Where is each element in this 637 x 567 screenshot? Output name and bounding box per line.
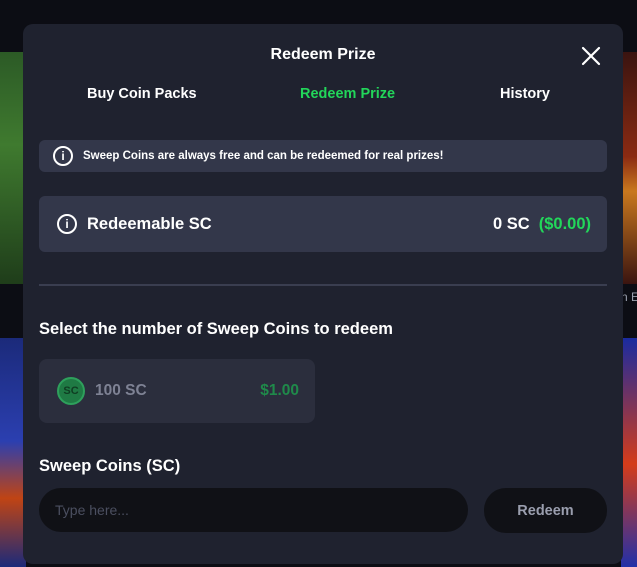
redeemable-sc-amount: 0 SC — [493, 214, 530, 233]
sweep-coins-input[interactable] — [55, 502, 468, 518]
sweep-coins-input-wrapper — [39, 488, 468, 532]
sweep-coin-icon: SC — [57, 377, 85, 405]
redeem-button[interactable]: Redeem — [484, 488, 607, 533]
info-banner: i Sweep Coins are always free and can be… — [39, 140, 607, 172]
redeem-option-card[interactable]: SC 100 SC $1.00 — [39, 359, 315, 423]
info-banner-text: Sweep Coins are always free and can be r… — [83, 150, 444, 162]
modal-title: Redeem Prize — [270, 46, 376, 63]
redeem-prize-modal: Redeem Prize Buy Coin Packs Redeem Prize… — [23, 24, 623, 564]
option-usd-amount: $1.00 — [260, 382, 299, 399]
game-tile-thumbnail[interactable] — [621, 52, 637, 284]
select-amount-heading: Select the number of Sweep Coins to rede… — [39, 320, 393, 338]
option-sc-amount: 100 SC — [95, 382, 147, 399]
redeemable-sc-panel: i Redeemable SC 0 SC ($0.00) — [39, 196, 607, 252]
info-icon[interactable]: i — [57, 214, 77, 234]
info-icon: i — [53, 146, 73, 166]
game-tile-caption: n E — [621, 290, 637, 304]
close-button[interactable] — [581, 46, 601, 66]
divider — [39, 284, 607, 286]
redeemable-usd-amount: ($0.00) — [538, 214, 591, 233]
tab-bar: Buy Coin Packs Redeem Prize History — [23, 86, 623, 106]
tab-history[interactable]: History — [500, 86, 550, 102]
sweep-coins-heading: Sweep Coins (SC) — [39, 457, 181, 475]
redeemable-sc-label: Redeemable SC — [87, 214, 212, 233]
game-tile-thumbnail[interactable] — [621, 338, 637, 567]
close-icon — [581, 46, 601, 66]
tab-buy-coin-packs[interactable]: Buy Coin Packs — [87, 86, 197, 102]
tab-redeem-prize[interactable]: Redeem Prize — [300, 86, 395, 102]
